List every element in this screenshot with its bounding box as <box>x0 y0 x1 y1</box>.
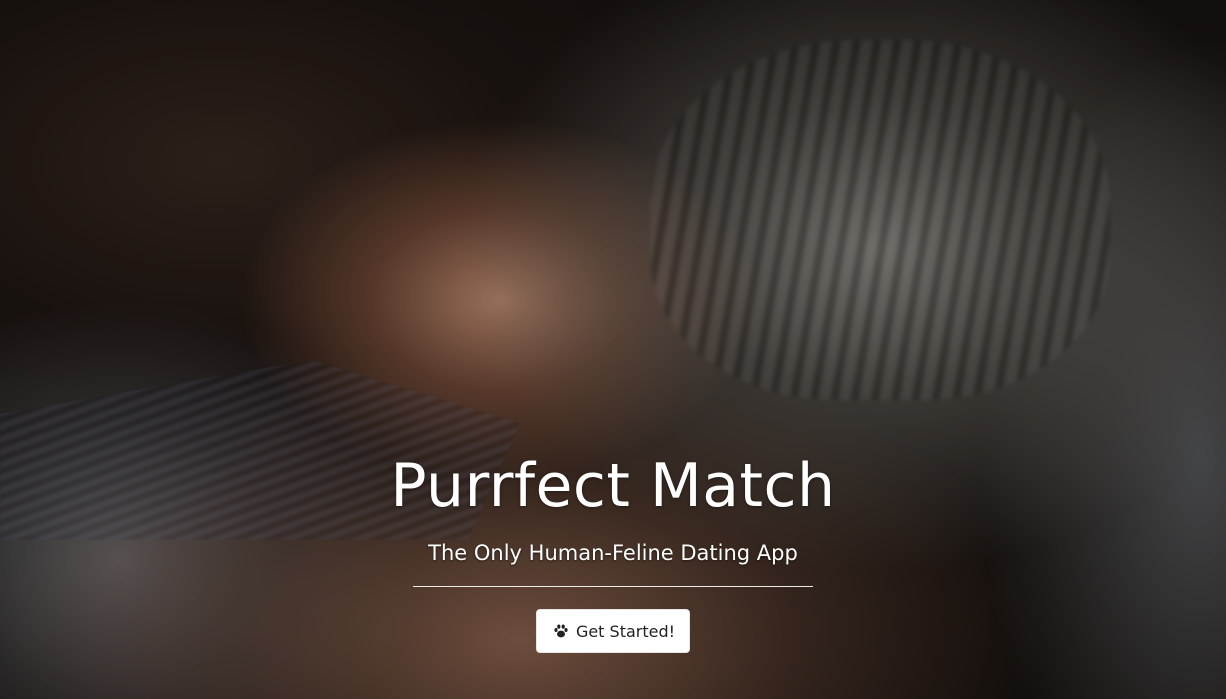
hero-title: Purrfect Match <box>390 451 836 521</box>
hero-divider <box>413 586 813 587</box>
hero-section: Purrfect Match The Only Human-Feline Dat… <box>0 0 1226 699</box>
get-started-label: Get Started! <box>575 621 676 641</box>
get-started-button[interactable]: Get Started! <box>535 609 691 653</box>
paw-icon <box>554 624 568 638</box>
hero-content: Purrfect Match The Only Human-Feline Dat… <box>0 446 1226 653</box>
hero-subtitle: The Only Human-Feline Dating App <box>428 541 798 565</box>
